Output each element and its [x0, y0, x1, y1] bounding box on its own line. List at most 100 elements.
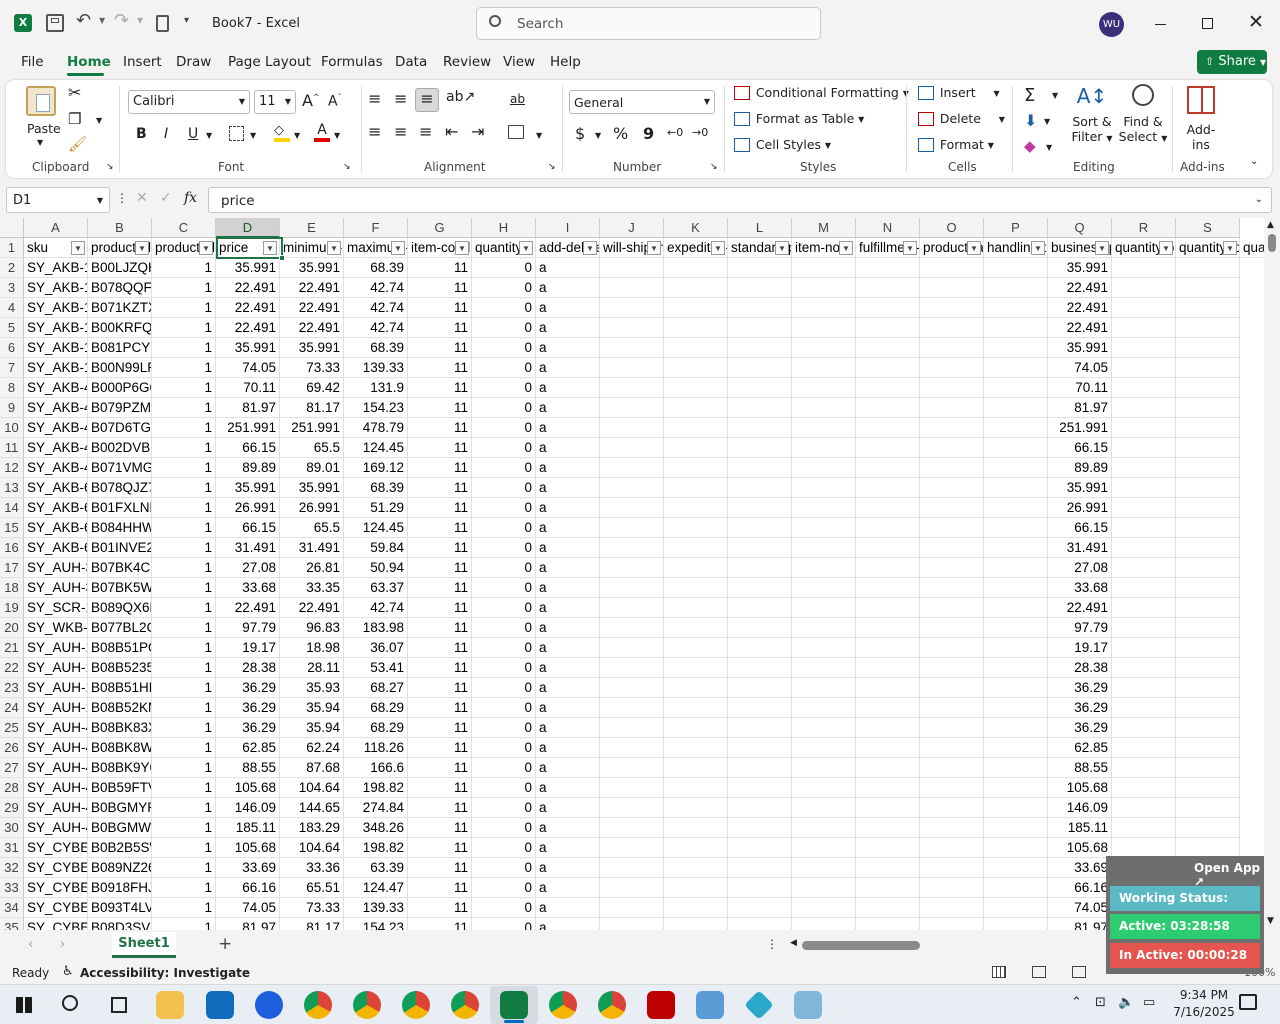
- table-cell[interactable]: [664, 618, 728, 638]
- merge-dropdown-icon[interactable]: ▼: [536, 131, 542, 140]
- table-cell[interactable]: [792, 858, 856, 878]
- format-painter-icon[interactable]: 🖌: [68, 135, 87, 153]
- column-header-g[interactable]: G: [408, 218, 472, 238]
- table-cell[interactable]: [856, 298, 920, 318]
- table-cell[interactable]: [920, 858, 984, 878]
- normal-view-icon[interactable]: [992, 966, 1006, 978]
- table-cell[interactable]: 11: [408, 418, 472, 438]
- table-cell[interactable]: 31.491: [1048, 538, 1112, 558]
- table-cell[interactable]: a: [536, 598, 600, 618]
- table-cell[interactable]: 33.68: [216, 578, 280, 598]
- comma-button[interactable]: 9: [643, 124, 654, 143]
- table-cell[interactable]: [920, 298, 984, 318]
- row-header[interactable]: 23: [0, 678, 24, 698]
- row-header[interactable]: 16: [0, 538, 24, 558]
- table-cell[interactable]: 35.94: [280, 698, 344, 718]
- underline-button[interactable]: U: [188, 126, 198, 142]
- column-header-f[interactable]: F: [344, 218, 408, 238]
- table-cell[interactable]: [600, 458, 664, 478]
- orientation-icon[interactable]: ab↗: [446, 89, 475, 105]
- table-cell[interactable]: [728, 878, 792, 898]
- table-cell[interactable]: 1: [152, 598, 216, 618]
- vertical-scroll-thumb[interactable]: [1268, 234, 1276, 252]
- table-cell[interactable]: a: [536, 778, 600, 798]
- clock-time[interactable]: 9:34 PM: [1172, 988, 1236, 1002]
- table-cell[interactable]: 1: [152, 778, 216, 798]
- table-cell[interactable]: [600, 838, 664, 858]
- table-cell[interactable]: SY_AKB-13: [24, 318, 88, 338]
- table-cell[interactable]: [856, 718, 920, 738]
- table-cell[interactable]: [728, 318, 792, 338]
- table-cell[interactable]: 35.991: [280, 478, 344, 498]
- row-header[interactable]: 11: [0, 438, 24, 458]
- table-cell[interactable]: [984, 738, 1048, 758]
- table-cell[interactable]: 11: [408, 858, 472, 878]
- horizontal-scroll-thumb[interactable]: [802, 941, 920, 950]
- table-cell[interactable]: 105.68: [1048, 778, 1112, 798]
- table-cell[interactable]: [984, 478, 1048, 498]
- merge-center-icon[interactable]: [508, 125, 524, 139]
- table-cell[interactable]: 97.79: [216, 618, 280, 638]
- table-cell[interactable]: SY_AKB-42: [24, 418, 88, 438]
- table-cell[interactable]: 35.991: [280, 338, 344, 358]
- table-cell[interactable]: 0: [472, 518, 536, 538]
- table-cell[interactable]: 1: [152, 478, 216, 498]
- table-cell[interactable]: a: [536, 638, 600, 658]
- filter-dropdown-icon[interactable]: ▼: [1223, 241, 1237, 255]
- table-cell[interactable]: 35.94: [280, 718, 344, 738]
- table-cell[interactable]: [920, 818, 984, 838]
- filter-dropdown-icon[interactable]: ▼: [583, 241, 597, 255]
- table-cell[interactable]: [600, 818, 664, 838]
- table-cell[interactable]: [984, 518, 1048, 538]
- table-cell[interactable]: [792, 398, 856, 418]
- table-cell[interactable]: [856, 538, 920, 558]
- table-cell[interactable]: 36.29: [216, 698, 280, 718]
- table-cell[interactable]: [1176, 578, 1240, 598]
- table-cell[interactable]: [920, 438, 984, 458]
- table-cell[interactable]: a: [536, 258, 600, 278]
- page-layout-view-icon[interactable]: [1032, 966, 1046, 978]
- table-cell[interactable]: [600, 598, 664, 618]
- table-cell[interactable]: 251.991: [1048, 418, 1112, 438]
- column-header-a[interactable]: A: [24, 218, 88, 238]
- table-cell[interactable]: 11: [408, 478, 472, 498]
- table-cell[interactable]: 169.12: [344, 458, 408, 478]
- table-cell[interactable]: [920, 418, 984, 438]
- table-cell[interactable]: 11: [408, 658, 472, 678]
- table-cell[interactable]: SY_AUH-4: [24, 778, 88, 798]
- table-cell[interactable]: [600, 498, 664, 518]
- table-cell[interactable]: [1112, 778, 1176, 798]
- table-cell[interactable]: [600, 918, 664, 930]
- autosum-dropdown-icon[interactable]: ▼: [1052, 91, 1058, 100]
- table-cell[interactable]: 0: [472, 498, 536, 518]
- table-cell[interactable]: 35.991: [216, 258, 280, 278]
- table-cell[interactable]: [664, 258, 728, 278]
- table-cell[interactable]: [728, 518, 792, 538]
- table-cell[interactable]: 66.16: [216, 878, 280, 898]
- table-cell[interactable]: 22.491: [216, 278, 280, 298]
- search-box[interactable]: Search: [476, 7, 821, 40]
- table-cell[interactable]: SY_AKB-11: [24, 278, 88, 298]
- table-cell[interactable]: SY_SCR-10: [24, 598, 88, 618]
- table-cell[interactable]: 11: [408, 518, 472, 538]
- autosum-icon[interactable]: Σ: [1024, 85, 1035, 106]
- table-cell[interactable]: 348.26: [344, 818, 408, 838]
- table-cell[interactable]: B0BGMWN: [88, 818, 152, 838]
- sheet-tab-sheet1[interactable]: Sheet1: [112, 932, 176, 958]
- table-cell[interactable]: SY_AKB-63: [24, 518, 88, 538]
- table-cell[interactable]: [600, 658, 664, 678]
- table-cell[interactable]: 22.491: [280, 278, 344, 298]
- table-cell[interactable]: [728, 798, 792, 818]
- table-cell[interactable]: 1: [152, 298, 216, 318]
- table-cell[interactable]: [1112, 818, 1176, 838]
- copy-dropdown-icon[interactable]: ▼: [96, 116, 102, 125]
- table-cell[interactable]: [728, 598, 792, 618]
- table-cell[interactable]: B0B59FTV: [88, 778, 152, 798]
- table-cell[interactable]: [920, 518, 984, 538]
- table-cell[interactable]: SY_CYBER: [24, 898, 88, 918]
- table-cell[interactable]: 11: [408, 798, 472, 818]
- app-icon[interactable]: [744, 990, 774, 1020]
- font-name-select[interactable]: Calibri ▼: [128, 90, 250, 114]
- table-cell[interactable]: [984, 258, 1048, 278]
- table-cell[interactable]: 146.09: [1048, 798, 1112, 818]
